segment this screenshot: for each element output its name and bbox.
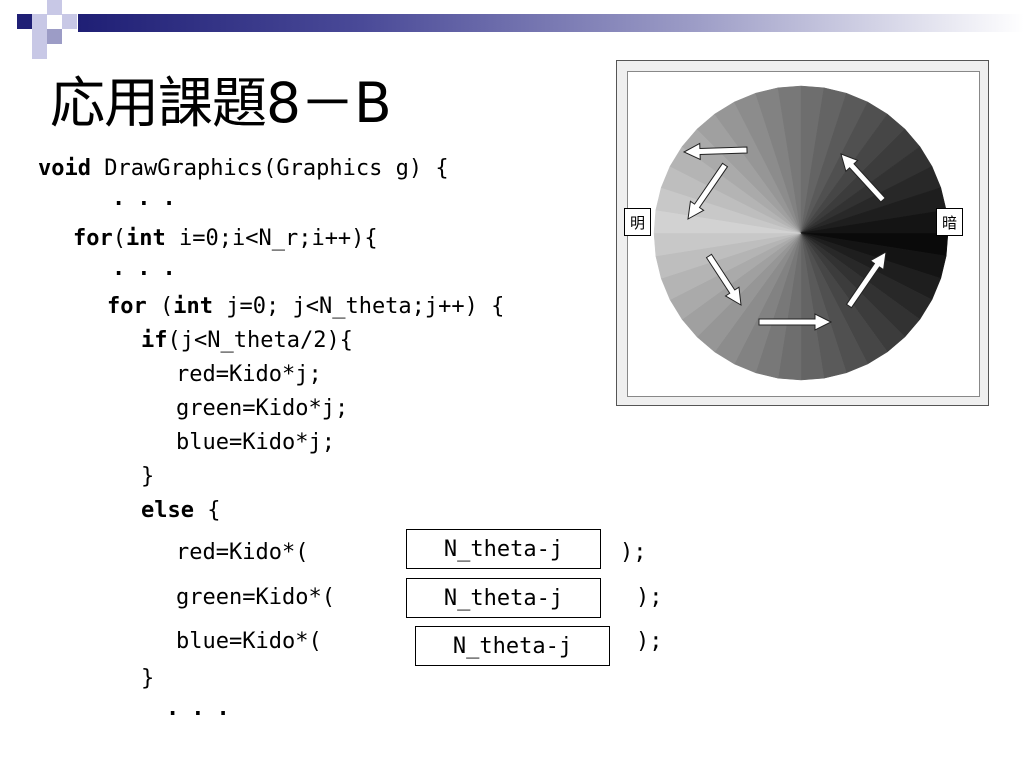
code-end-paren: ); xyxy=(636,585,663,610)
answer-box-red: N_theta-j xyxy=(406,529,601,569)
keyword-for: for xyxy=(73,226,113,251)
deco-square xyxy=(32,14,47,29)
code-line-red2: red=Kido*( xyxy=(176,540,309,565)
code-text: DrawGraphics(Graphics g) { xyxy=(90,156,449,181)
deco-square xyxy=(47,0,62,15)
deco-square xyxy=(32,44,47,59)
code-ellipsis: ... xyxy=(112,186,188,211)
code-close-brace: } xyxy=(141,666,155,691)
header-gradient-bar xyxy=(78,14,1024,32)
keyword-for: for xyxy=(107,294,147,319)
label-dark: 暗 xyxy=(936,208,964,236)
code-text: j=0; j<N_theta;j++) { xyxy=(213,294,505,319)
code-line-red1: red=Kido*j; xyxy=(176,362,322,387)
gradient-wheel-svg xyxy=(653,85,949,381)
label-bright: 明 xyxy=(624,208,652,236)
code-line-void: void DrawGraphics(Graphics g) { xyxy=(38,156,449,182)
code-close-brace: } xyxy=(141,464,155,489)
deco-square xyxy=(62,14,77,29)
slide-title: 応用課題8－B xyxy=(50,71,392,135)
gradient-wheel-figure xyxy=(616,60,989,406)
code-text: (j<N_theta/2){ xyxy=(167,328,353,353)
code-ellipsis: ... xyxy=(166,696,242,721)
keyword-else: else xyxy=(141,498,194,523)
code-end-paren: ); xyxy=(620,540,647,565)
answer-box-green: N_theta-j xyxy=(406,578,601,618)
figure-canvas xyxy=(627,71,980,397)
deco-square xyxy=(47,29,62,44)
code-line-blue2: blue=Kido*( xyxy=(176,629,322,654)
code-line-else: else { xyxy=(141,498,220,524)
keyword-int: int xyxy=(126,226,166,251)
deco-square xyxy=(17,14,32,29)
code-text: ( xyxy=(112,226,126,251)
keyword-void: void xyxy=(38,156,91,181)
keyword-int: int xyxy=(173,294,213,319)
deco-square xyxy=(32,29,47,44)
code-text: { xyxy=(193,498,221,523)
code-text: i=0;i<N_r;i++){ xyxy=(165,226,378,251)
keyword-if: if xyxy=(141,328,168,353)
code-end-paren: ); xyxy=(636,629,663,654)
code-line-blue1: blue=Kido*j; xyxy=(176,430,335,455)
code-line-green1: green=Kido*j; xyxy=(176,396,349,421)
code-line-for-j: for (int j=0; j<N_theta;j++) { xyxy=(107,294,504,320)
code-line-green2: green=Kido*( xyxy=(176,585,335,610)
answer-box-blue: N_theta-j xyxy=(415,626,610,666)
deco-square xyxy=(17,29,32,44)
code-line-if: if(j<N_theta/2){ xyxy=(141,328,353,354)
code-text: ( xyxy=(146,294,174,319)
code-line-for-i: for(int i=0;i<N_r;i++){ xyxy=(73,226,378,252)
deco-square xyxy=(47,14,62,29)
code-ellipsis: ... xyxy=(112,256,188,281)
